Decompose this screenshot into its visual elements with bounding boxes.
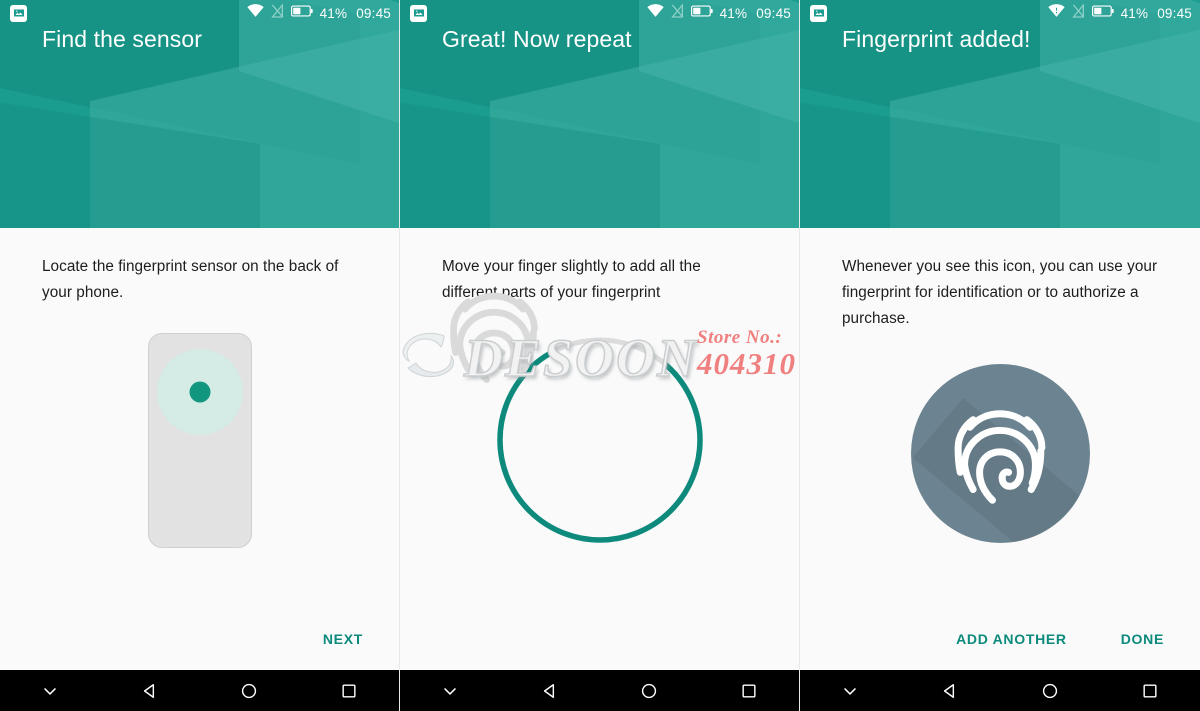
done-button[interactable]: DONE: [1109, 623, 1176, 655]
panel-find-the-sensor: 41% 09:45 Find the sensor Locate the fin…: [0, 0, 400, 711]
recents-square-icon[interactable]: [699, 670, 799, 711]
fingerprint-icon: [954, 410, 1046, 504]
image-icon: [410, 4, 427, 22]
navigation-bar: [800, 670, 1200, 711]
panel-actions: ADD ANOTHER DONE: [800, 614, 1200, 670]
recents-square-icon[interactable]: [299, 670, 399, 711]
back-triangle-icon[interactable]: [500, 670, 600, 711]
wifi-icon: [246, 4, 264, 22]
status-bar-left: [10, 4, 27, 22]
fingerprint-badge-circle: [910, 363, 1090, 543]
panel-description: Whenever you see this icon, you can use …: [842, 258, 1158, 327]
clock-label: 09:45: [1157, 5, 1192, 21]
panel-header: 41% 09:45 Find the sensor: [0, 0, 399, 228]
signal-no-service-icon: [1071, 2, 1085, 23]
panel-actions: NEXT: [0, 614, 399, 670]
sensor-dot: [189, 381, 210, 402]
panel-header: 41% 09:45 Fingerprint added!: [800, 0, 1200, 228]
status-bar-right: 41% 09:45: [646, 2, 791, 23]
panel-body: Move your finger slightly to add all the…: [400, 228, 799, 670]
panel-fingerprint-added: 41% 09:45 Fingerprint added! Whenever yo…: [800, 0, 1200, 711]
wifi-icon: [646, 4, 664, 22]
clock-label: 09:45: [756, 5, 791, 21]
illustration-phone-sensor: [0, 306, 399, 614]
page-title: Fingerprint added!: [842, 26, 1031, 52]
panel-body: Locate the fingerprint sensor on the bac…: [0, 228, 399, 670]
battery-icon: [290, 4, 313, 22]
signal-no-service-icon: [670, 2, 684, 23]
status-bar: 41% 09:45: [0, 0, 399, 26]
next-button[interactable]: NEXT: [311, 623, 375, 655]
illustration-fingerprint-progress: [400, 292, 799, 614]
screenshot-triptych: 41% 09:45 Find the sensor Locate the fin…: [0, 0, 1200, 711]
status-bar: 41% 09:45: [400, 0, 799, 26]
battery-percent-label: 41%: [1120, 5, 1149, 21]
phone-shape: [147, 332, 252, 548]
home-circle-icon[interactable]: [600, 670, 700, 711]
chevron-down-icon[interactable]: [800, 670, 900, 711]
clock-label: 09:45: [356, 5, 391, 21]
battery-icon: [690, 4, 713, 22]
image-icon: [10, 4, 27, 22]
battery-percent-label: 41%: [319, 5, 348, 21]
panel-great-now-repeat: 41% 09:45 Great! Now repeat Move your fi…: [400, 0, 800, 711]
home-circle-icon[interactable]: [200, 670, 300, 711]
add-another-button[interactable]: ADD ANOTHER: [944, 623, 1079, 655]
chevron-down-icon[interactable]: [0, 670, 100, 711]
back-triangle-icon[interactable]: [900, 670, 1000, 711]
status-bar-right: 41% 09:45: [1047, 2, 1192, 23]
status-bar-right: 41% 09:45: [246, 2, 391, 23]
status-bar: 41% 09:45: [800, 0, 1200, 26]
navigation-bar: [400, 670, 799, 711]
panel-body: Whenever you see this icon, you can use …: [800, 228, 1200, 670]
page-title: Find the sensor: [42, 26, 203, 52]
wifi-icon: [1047, 4, 1065, 22]
status-bar-left: [810, 4, 827, 22]
fingerprint-icon: [449, 292, 538, 383]
recents-square-icon[interactable]: [1100, 670, 1200, 711]
illustration-fingerprint-badge: [800, 332, 1200, 614]
image-icon: [810, 4, 827, 22]
back-triangle-icon[interactable]: [100, 670, 200, 711]
navigation-bar: [0, 670, 399, 711]
battery-percent-label: 41%: [719, 5, 748, 21]
home-circle-icon[interactable]: [1000, 670, 1100, 711]
panel-actions: [400, 614, 799, 670]
panel-description: Locate the fingerprint sensor on the bac…: [42, 258, 339, 301]
page-title: Great! Now repeat: [442, 26, 632, 52]
status-bar-left: [410, 4, 427, 22]
battery-icon: [1091, 4, 1114, 22]
signal-no-service-icon: [270, 2, 284, 23]
panel-header: 41% 09:45 Great! Now repeat: [400, 0, 799, 228]
progress-ring: [449, 292, 706, 546]
chevron-down-icon[interactable]: [400, 670, 500, 711]
